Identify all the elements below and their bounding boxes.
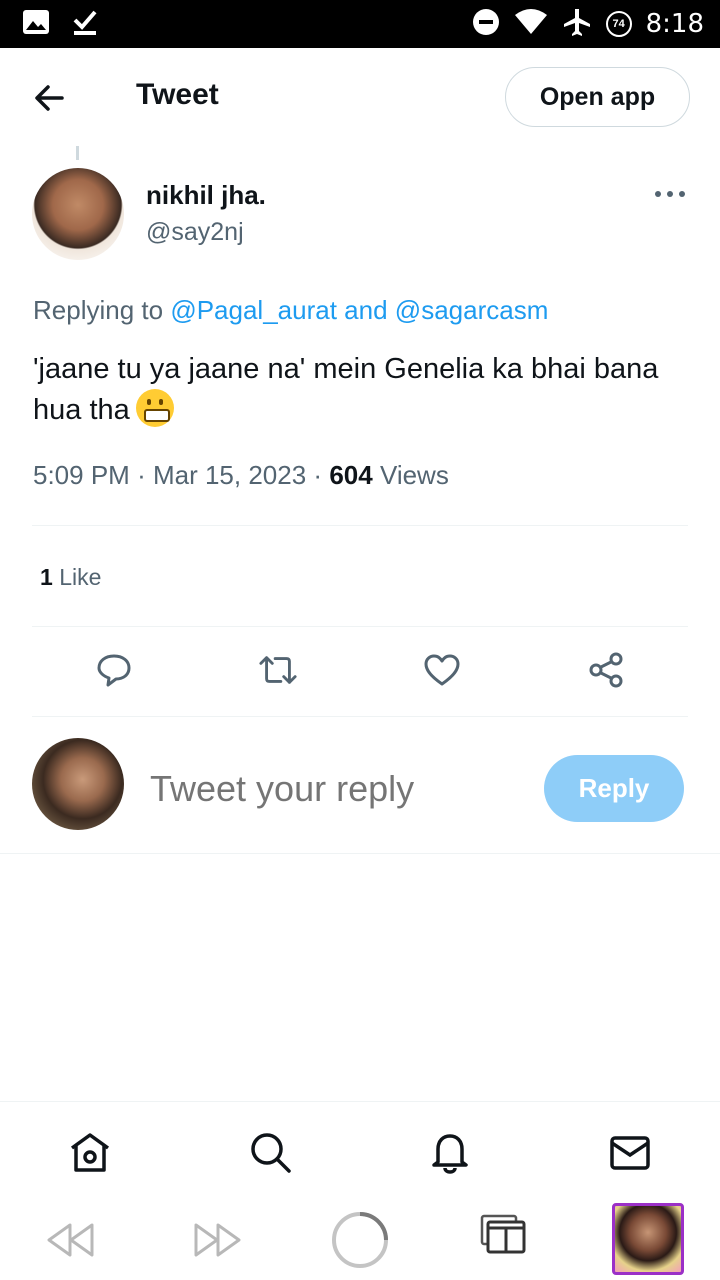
- mail-icon: [610, 1136, 650, 1170]
- likes-count: 1: [40, 564, 53, 590]
- nav-messages-button[interactable]: [608, 1130, 652, 1174]
- author-avatar[interactable]: [32, 168, 124, 260]
- rewind-icon: [47, 1223, 94, 1257]
- replying-and: and: [344, 295, 388, 325]
- page-title: Tweet: [136, 78, 219, 111]
- more-dots-icon: [655, 191, 685, 197]
- profile-thumbnail[interactable]: [612, 1203, 684, 1275]
- tweet-time[interactable]: 5:09 PM: [33, 460, 130, 490]
- browser-reload-button[interactable]: [330, 1210, 390, 1275]
- author-handle[interactable]: @say2nj: [146, 218, 244, 247]
- share-action-button[interactable]: [586, 650, 626, 690]
- likes-summary[interactable]: 1 Like: [40, 564, 101, 591]
- wifi-icon: [514, 8, 548, 40]
- more-options-button[interactable]: [652, 180, 688, 208]
- share-icon: [589, 652, 623, 688]
- replying-to-link-1[interactable]: @Pagal_aurat: [170, 295, 337, 325]
- author-name[interactable]: nikhil jha.: [146, 180, 266, 211]
- tweet-page: 74 8:18 Tweet Open app nikhil jha. @say2…: [0, 0, 720, 1280]
- back-button[interactable]: [30, 78, 70, 118]
- back-arrow-icon: [35, 85, 64, 111]
- reply-button[interactable]: Reply: [544, 755, 684, 822]
- browser-back-button[interactable]: [46, 1220, 96, 1265]
- divider: [0, 853, 720, 854]
- like-action-button[interactable]: [422, 650, 462, 690]
- search-icon: [251, 1133, 291, 1173]
- browser-forward-button[interactable]: [192, 1220, 242, 1265]
- divider: [32, 626, 688, 627]
- divider: [32, 716, 688, 717]
- replying-to: Replying to @Pagal_aurat and @sagarcasm: [33, 295, 548, 326]
- meta-separator: ·: [137, 460, 146, 490]
- comment-icon: [97, 654, 131, 687]
- clock: 8:18: [645, 9, 704, 39]
- download-done-icon: [72, 8, 98, 41]
- grimacing-face-emoji-icon: [135, 389, 174, 427]
- divider: [32, 525, 688, 526]
- tabs-icon: [480, 1214, 526, 1254]
- tweet-meta: 5:09 PM · Mar 15, 2023 · 604 Views: [33, 460, 449, 491]
- open-app-button[interactable]: Open app: [505, 67, 690, 127]
- top-bar: Tweet Open app: [0, 48, 720, 148]
- retweet-action-button[interactable]: [258, 650, 298, 690]
- loading-spinner-icon: [332, 1212, 388, 1268]
- tweet-date[interactable]: Mar 15, 2023: [153, 460, 306, 490]
- replying-prefix: Replying to: [33, 295, 164, 325]
- thread-connector: [76, 146, 79, 160]
- views-count: 604: [329, 460, 373, 490]
- nav-notifications-button[interactable]: [428, 1130, 472, 1174]
- browser-tabs-button[interactable]: [480, 1214, 528, 1259]
- dnd-icon: [472, 8, 500, 41]
- reply-action-button[interactable]: [94, 650, 134, 690]
- gallery-icon: [22, 9, 50, 40]
- nav-home-button[interactable]: [68, 1130, 112, 1174]
- retweet-icon: [259, 656, 297, 684]
- meta-separator: ·: [313, 460, 323, 490]
- views-label: Views: [379, 460, 449, 490]
- nav-search-button[interactable]: [248, 1130, 292, 1174]
- tweet-text: 'jaane tu ya jaane na' mein Genelia ka b…: [33, 350, 683, 430]
- fast-forward-icon: [194, 1223, 241, 1257]
- battery-icon: 74: [605, 11, 632, 37]
- replying-to-link-2[interactable]: @sagarcasm: [395, 295, 549, 325]
- heart-icon: [424, 654, 460, 686]
- bottom-nav-divider: [0, 1101, 720, 1102]
- tweet-body: 'jaane tu ya jaane na' mein Genelia ka b…: [33, 353, 659, 426]
- home-icon: [70, 1133, 110, 1172]
- bell-icon: [432, 1134, 468, 1174]
- likes-label: Like: [59, 564, 102, 590]
- airplane-mode-icon: [562, 7, 592, 42]
- status-bar: 74 8:18: [0, 0, 720, 48]
- user-avatar[interactable]: [32, 738, 124, 830]
